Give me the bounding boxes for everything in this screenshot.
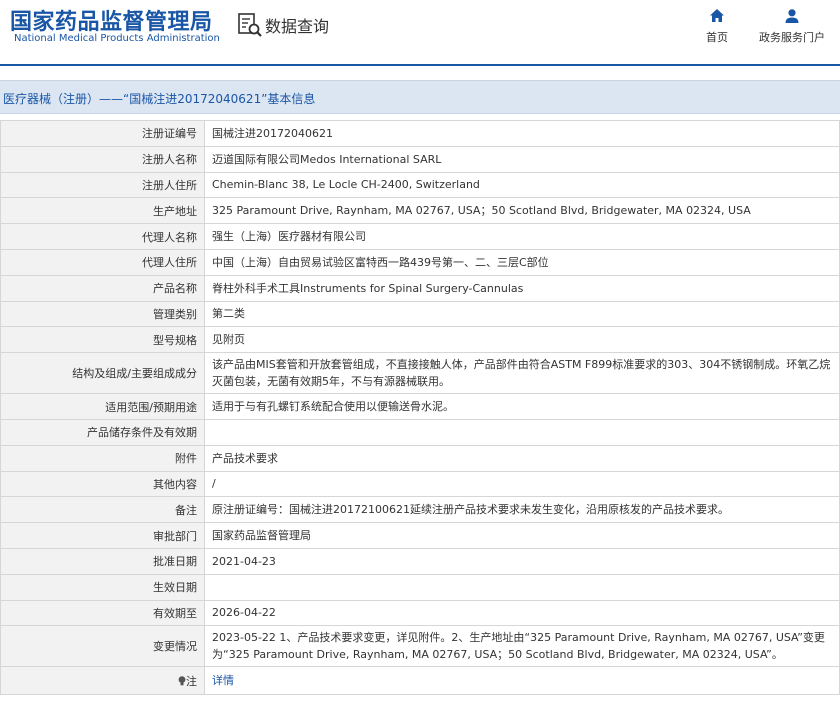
row-value: 原注册证编号：国械注进20172100621延续注册产品技术要求未发生变化，沿用… <box>204 496 840 524</box>
row-value: 2026-04-22 <box>204 599 840 627</box>
row-label: 生产地址 <box>0 197 205 225</box>
table-row: 产品名称 脊柱外科手术工具Instruments for Spinal Surg… <box>0 274 840 302</box>
row-label: 产品储存条件及有效期 <box>0 418 205 446</box>
row-label: 代理人名称 <box>0 223 205 250</box>
row-label: 注册人名称 <box>0 145 205 173</box>
nav-service-label: 政务服务门户 <box>759 31 825 44</box>
table-row: 批准日期 2021-04-23 <box>0 547 840 575</box>
row-value <box>204 573 840 601</box>
row-label: 注册人住所 <box>0 171 205 199</box>
table-row: 注册证编号 国械注进20172040621 <box>0 120 840 147</box>
table-row: 有效期至 2026-04-22 <box>0 599 840 627</box>
row-value: 国械注进20172040621 <box>204 120 840 147</box>
row-value: 迈道国际有限公司Medos International SARL <box>204 145 840 173</box>
hint-row: 注 详情 <box>0 666 840 696</box>
table-row: 附件 产品技术要求 <box>0 444 840 472</box>
table-row: 管理类别 第二类 <box>0 300 840 328</box>
row-label: 结构及组成/主要组成成分 <box>0 352 205 395</box>
row-label: 变更情况 <box>0 625 205 668</box>
table-row: 生产地址 325 Paramount Drive, Raynham, MA 02… <box>0 197 840 225</box>
nav-home-link[interactable]: 首页 <box>700 8 734 45</box>
row-label: 代理人住所 <box>0 248 205 276</box>
table-row: 产品储存条件及有效期 <box>0 418 840 446</box>
row-value <box>204 418 840 446</box>
home-icon <box>710 9 724 22</box>
row-value: 国家药品监督管理局 <box>204 522 840 549</box>
row-value: 强生（上海）医疗器材有限公司 <box>204 223 840 250</box>
page-title: 医疗器械（注册）——“国械注进20172040621”基本信息 <box>3 92 316 106</box>
row-label: 备注 <box>0 496 205 524</box>
row-label: 其他内容 <box>0 470 205 498</box>
row-label: 适用范围/预期用途 <box>0 393 205 420</box>
logo-en-text: National Medical Products Administration <box>14 33 220 44</box>
row-value: 2021-04-23 <box>204 547 840 575</box>
registration-info-table: 注册证编号 国械注进20172040621 注册人名称 迈道国际有限公司Medo… <box>0 120 840 696</box>
table-row: 代理人名称 强生（上海）医疗器材有限公司 <box>0 223 840 250</box>
table-row: 代理人住所 中国（上海）自由贸易试验区富特西一路439号第一、二、三层C部位 <box>0 248 840 276</box>
hint-label-cell: 注 <box>0 666 205 696</box>
row-label: 审批部门 <box>0 522 205 549</box>
row-value: 325 Paramount Drive, Raynham, MA 02767, … <box>204 197 840 225</box>
user-icon <box>785 9 799 23</box>
row-value: 见附页 <box>204 326 840 354</box>
row-label: 型号规格 <box>0 326 205 354</box>
table-row: 备注 原注册证编号：国械注进20172100621延续注册产品技术要求未发生变化… <box>0 496 840 524</box>
data-query-label: 数据查询 <box>265 17 330 36</box>
detail-title-bar: 医疗器械（注册）——“国械注进20172040621”基本信息 <box>0 80 840 114</box>
table-row: 审批部门 国家药品监督管理局 <box>0 522 840 549</box>
row-label: 附件 <box>0 444 205 472</box>
row-value: 第二类 <box>204 300 840 328</box>
document-search-icon <box>238 13 262 37</box>
site-header: 国家药品监督管理局 National Medical Products Admi… <box>0 0 840 66</box>
table-row: 适用范围/预期用途 适用于与有孔螺钉系统配合使用以便输送骨水泥。 <box>0 393 840 420</box>
row-value: 2023-05-22 1、产品技术要求变更，详见附件。2、生产地址由“325 P… <box>204 625 840 668</box>
table-row: 型号规格 见附页 <box>0 326 840 354</box>
hint-value-cell: 详情 <box>204 666 840 696</box>
data-query-title: 数据查询 <box>237 12 329 38</box>
nav-home-label: 首页 <box>706 31 728 44</box>
row-label: 管理类别 <box>0 300 205 328</box>
row-label: 注册证编号 <box>0 120 205 147</box>
table-row: 其他内容 / <box>0 470 840 498</box>
row-value: 脊柱外科手术工具Instruments for Spinal Surgery-C… <box>204 274 840 302</box>
nmpa-logo[interactable]: 国家药品监督管理局 National Medical Products Admi… <box>10 4 220 48</box>
lightbulb-icon <box>178 676 186 686</box>
table-row: 注册人名称 迈道国际有限公司Medos International SARL <box>0 145 840 173</box>
table-row: 注册人住所 Chemin-Blanc 38, Le Locle CH-2400,… <box>0 171 840 199</box>
table-row: 变更情况 2023-05-22 1、产品技术要求变更，详见附件。2、生产地址由“… <box>0 625 840 668</box>
row-value: 产品技术要求 <box>204 444 840 472</box>
row-value: 中国（上海）自由贸易试验区富特西一路439号第一、二、三层C部位 <box>204 248 840 276</box>
row-label: 有效期至 <box>0 599 205 627</box>
row-value: 适用于与有孔螺钉系统配合使用以便输送骨水泥。 <box>204 393 840 420</box>
row-value: Chemin-Blanc 38, Le Locle CH-2400, Switz… <box>204 171 840 199</box>
nav-service-portal-link[interactable]: 政务服务门户 <box>756 8 828 45</box>
table-row: 生效日期 <box>0 573 840 601</box>
row-label: 批准日期 <box>0 547 205 575</box>
detail-link[interactable]: 详情 <box>212 674 234 687</box>
hint-label: 注 <box>186 674 197 688</box>
row-label: 生效日期 <box>0 573 205 601</box>
row-label: 产品名称 <box>0 274 205 302</box>
table-row: 结构及组成/主要组成成分 该产品由MIS套管和开放套管组成，不直接接触人体，产品… <box>0 352 840 395</box>
logo-cn-text: 国家药品监督管理局 <box>10 10 213 35</box>
row-value: / <box>204 470 840 498</box>
row-value: 该产品由MIS套管和开放套管组成，不直接接触人体，产品部件由符合ASTM F89… <box>204 352 840 395</box>
